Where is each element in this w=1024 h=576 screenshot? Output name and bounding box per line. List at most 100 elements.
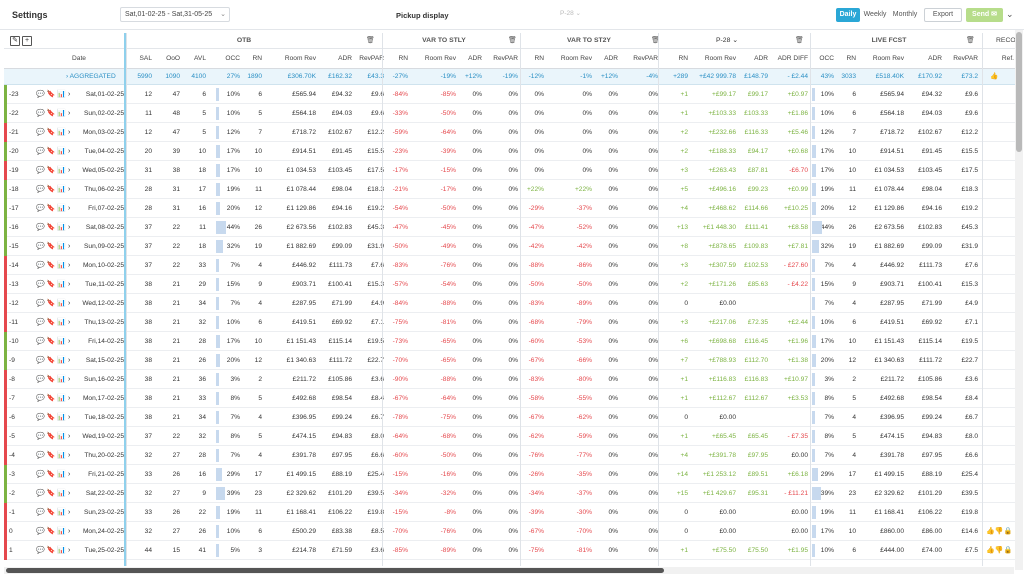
add-icon[interactable]: +	[22, 36, 32, 46]
comment-icon[interactable]: 💬	[36, 186, 45, 193]
table-row[interactable]: -11 💬 🔖 📊 › Thu,13-02-25 38 21 32 10% 6 £419.51 £…	[4, 313, 1016, 332]
bookmark-icon[interactable]: 🔖	[47, 547, 56, 554]
thumbs-up-icon[interactable]: 👍	[986, 528, 995, 535]
chart-icon[interactable]: 📊	[57, 262, 66, 269]
chevron-right-icon[interactable]: ›	[68, 262, 70, 269]
chart-icon[interactable]: 📊	[57, 357, 66, 364]
comment-icon[interactable]: 💬	[36, 224, 45, 231]
chevron-right-icon[interactable]: ›	[68, 452, 70, 459]
comment-icon[interactable]: 💬	[36, 262, 45, 269]
bookmark-icon[interactable]: 🔖	[47, 528, 56, 535]
date-range-select[interactable]: Sat,01-02-25 - Sat,31-05-25 ⌄	[120, 7, 230, 22]
comment-icon[interactable]: 💬	[36, 509, 45, 516]
comment-icon[interactable]: 💬	[36, 490, 45, 497]
view-weekly-button[interactable]: Weekly	[862, 8, 888, 22]
table-row[interactable]: -16 💬 🔖 📊 › Sat,08-02-25 37 22 11 44% 26 £2 673.…	[4, 218, 1016, 237]
comment-icon[interactable]: 💬	[36, 167, 45, 174]
comment-icon[interactable]: 💬	[36, 433, 45, 440]
comment-icon[interactable]: 💬	[36, 243, 45, 250]
table-row[interactable]: -4 💬 🔖 📊 › Thu,20-02-25 32 27 28 7% 4 £391.78 £97…	[4, 446, 1016, 465]
table-row[interactable]: -10 💬 🔖 📊 › Fri,14-02-25 38 21 28 17% 10 £1 151.…	[4, 332, 1016, 351]
comment-icon[interactable]: 💬	[36, 319, 45, 326]
lock-icon[interactable]: 🔒	[1003, 547, 1012, 554]
chart-icon[interactable]: 📊	[57, 509, 66, 516]
chart-icon[interactable]: 📊	[57, 547, 66, 554]
chart-icon[interactable]: 📊	[57, 91, 66, 98]
chevron-right-icon[interactable]: ›	[68, 243, 70, 250]
chart-icon[interactable]: 📊	[57, 433, 66, 440]
comment-icon[interactable]: 💬	[36, 338, 45, 345]
table-row[interactable]: -17 💬 🔖 📊 › Fri,07-02-25 28 31 16 20% 12 £1 129.…	[4, 199, 1016, 218]
comment-icon[interactable]: 💬	[36, 205, 45, 212]
comment-icon[interactable]: 💬	[36, 471, 45, 478]
table-row[interactable]: -20 💬 🔖 📊 › Tue,04-02-25 20 39 10 17% 10 £914.51…	[4, 142, 1016, 161]
table-row[interactable]: -13 💬 🔖 📊 › Tue,11-02-25 38 21 29 15% 9 £903.71 £…	[4, 275, 1016, 294]
bookmark-icon[interactable]: 🔖	[47, 262, 56, 269]
chart-icon[interactable]: 📊	[57, 452, 66, 459]
comment-icon[interactable]: 💬	[36, 300, 45, 307]
bookmark-icon[interactable]: 🔖	[47, 186, 56, 193]
chart-icon[interactable]: 📊	[57, 376, 66, 383]
comment-icon[interactable]: 💬	[36, 452, 45, 459]
chart-icon[interactable]: 📊	[57, 224, 66, 231]
table-row[interactable]: -23 💬 🔖 📊 › Sat,01-02-25 12 47 6 10% 6 £565.94 £9…	[4, 85, 1016, 104]
chart-icon[interactable]: 📊	[57, 414, 66, 421]
bookmark-icon[interactable]: 🔖	[47, 471, 56, 478]
table-row[interactable]: -7 💬 🔖 📊 › Mon,17-02-25 38 21 33 8% 5 £492.68 £98…	[4, 389, 1016, 408]
table-row[interactable]: -15 💬 🔖 📊 › Sun,09-02-25 37 22 18 32% 19 £1 882.…	[4, 237, 1016, 256]
table-row[interactable]: 1 💬 🔖 📊 › Tue,25-02-25 44 15 41 5% 3 £214.78 £71.…	[4, 541, 1016, 560]
comment-icon[interactable]: 💬	[36, 91, 45, 98]
chevron-right-icon[interactable]: ›	[68, 547, 70, 554]
table-row[interactable]: -3 💬 🔖 📊 › Fri,21-02-25 33 26 16 29% 17 £1 499.1…	[4, 465, 1016, 484]
chart-icon[interactable]: 📊	[57, 338, 66, 345]
chevron-right-icon[interactable]: ›	[68, 509, 70, 516]
bookmark-icon[interactable]: 🔖	[47, 281, 56, 288]
bookmark-icon[interactable]: 🔖	[47, 338, 56, 345]
table-row[interactable]: -2 💬 🔖 📊 › Sat,22-02-25 32 27 9 39% 23 £2 329.62…	[4, 484, 1016, 503]
trash-icon[interactable]: 🗑	[966, 33, 975, 49]
table-row[interactable]: -19 💬 🔖 📊 › Wed,05-02-25 31 38 18 17% 10 £1 034.…	[4, 161, 1016, 180]
chevron-right-icon[interactable]: ›	[68, 205, 70, 212]
chart-icon[interactable]: 📊	[57, 528, 66, 535]
chevron-right-icon[interactable]: ›	[68, 414, 70, 421]
trash-icon[interactable]: 🗑	[795, 33, 804, 49]
bookmark-icon[interactable]: 🔖	[47, 376, 56, 383]
table-row[interactable]: -9 💬 🔖 📊 › Sat,15-02-25 38 21 26 20% 12 £1 340.6…	[4, 351, 1016, 370]
chevron-right-icon[interactable]: ›	[68, 281, 70, 288]
chevron-right-icon[interactable]: ›	[68, 433, 70, 440]
chevron-right-icon[interactable]: ›	[68, 91, 70, 98]
bookmark-icon[interactable]: 🔖	[47, 395, 56, 402]
chart-icon[interactable]: 📊	[57, 281, 66, 288]
table-row[interactable]: -21 💬 🔖 📊 › Mon,03-02-25 12 47 5 12% 7 £718.72 £1…	[4, 123, 1016, 142]
comment-icon[interactable]: 💬	[36, 528, 45, 535]
chart-icon[interactable]: 📊	[57, 186, 66, 193]
chevron-right-icon[interactable]: ›	[68, 490, 70, 497]
edit-icon[interactable]: ✎	[10, 36, 20, 46]
comment-icon[interactable]: 💬	[36, 148, 45, 155]
table-row[interactable]: -1 💬 🔖 📊 › Sun,23-02-25 33 26 22 19% 11 £1 168.4…	[4, 503, 1016, 522]
chart-icon[interactable]: 📊	[57, 129, 66, 136]
chevron-right-icon[interactable]: ›	[68, 471, 70, 478]
comment-icon[interactable]: 💬	[36, 110, 45, 117]
view-monthly-button[interactable]: Monthly	[890, 8, 920, 22]
bookmark-icon[interactable]: 🔖	[47, 300, 56, 307]
chart-icon[interactable]: 📊	[57, 167, 66, 174]
bookmark-icon[interactable]: 🔖	[47, 490, 56, 497]
chevron-right-icon[interactable]: ›	[68, 395, 70, 402]
pickup-select[interactable]: P-28 ⌄	[560, 9, 584, 21]
chevron-right-icon[interactable]: ›	[68, 224, 70, 231]
chart-icon[interactable]: 📊	[57, 110, 66, 117]
bookmark-icon[interactable]: 🔖	[47, 509, 56, 516]
chevron-right-icon[interactable]: ›	[68, 319, 70, 326]
table-row[interactable]: -12 💬 🔖 📊 › Wed,12-02-25 38 21 34 7% 4 £287.95 £7…	[4, 294, 1016, 313]
comment-icon[interactable]: 💬	[36, 414, 45, 421]
aggregated-row[interactable]: › AGGREGATED 5990 1090 4100 27% 1890 £306.70K £…	[4, 69, 1016, 85]
export-button[interactable]: Export	[924, 8, 962, 22]
chart-icon[interactable]: 📊	[57, 471, 66, 478]
bookmark-icon[interactable]: 🔖	[47, 205, 56, 212]
trash-icon[interactable]: 🗑	[508, 33, 517, 49]
table-row[interactable]: -22 💬 🔖 📊 › Sun,02-02-25 11 48 5 10% 5 £564.18 £9…	[4, 104, 1016, 123]
bookmark-icon[interactable]: 🔖	[47, 357, 56, 364]
comment-icon[interactable]: 💬	[36, 395, 45, 402]
table-row[interactable]: -5 💬 🔖 📊 › Wed,19-02-25 37 22 32 8% 5 £474.15 £94…	[4, 427, 1016, 446]
